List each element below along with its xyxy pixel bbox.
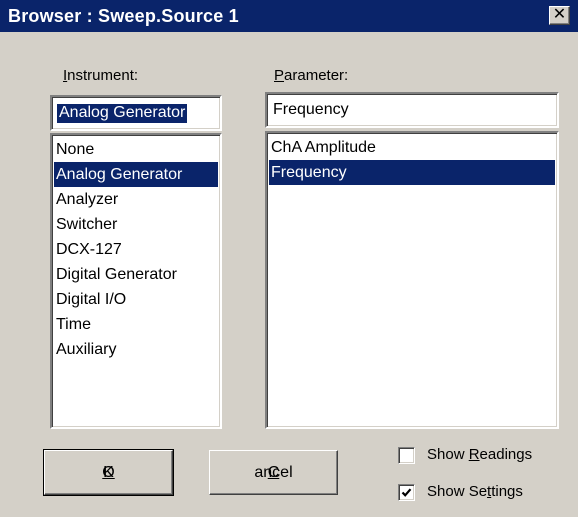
checkmark-icon <box>401 488 412 497</box>
instrument-list-item[interactable]: Digital I/O <box>54 287 218 312</box>
window-title: Browser : Sweep.Source 1 <box>8 6 239 26</box>
instrument-list-item[interactable]: Switcher <box>54 212 218 237</box>
browser-dialog: Browser : Sweep.Source 1 ✕ Instrument: A… <box>0 0 578 517</box>
instrument-list-item[interactable]: None <box>54 137 218 162</box>
close-button[interactable]: ✕ <box>549 6 570 25</box>
title-bar[interactable]: Browser : Sweep.Source 1 ✕ <box>0 0 578 32</box>
parameter-list-item[interactable]: Frequency <box>269 160 555 185</box>
parameter-list[interactable]: ChA Amplitude Frequency <box>265 131 559 429</box>
instrument-field-value: Analog Generator <box>57 104 188 123</box>
instrument-list-item[interactable]: Time <box>54 312 218 337</box>
show-readings-checkbox[interactable] <box>398 447 415 464</box>
instrument-list-items: None Analog Generator Analyzer Switcher DCX-… <box>54 137 218 362</box>
show-readings-label: Show Readings <box>427 446 533 463</box>
parameter-field-value: Frequency <box>273 101 349 118</box>
instrument-list-item[interactable]: Analog Generator <box>54 162 218 187</box>
parameter-label: Parameter: <box>274 67 349 84</box>
instrument-label: Instrument: <box>63 67 139 84</box>
ok-button[interactable]: OK <box>43 449 174 496</box>
close-icon: ✕ <box>552 6 567 23</box>
cancel-button[interactable]: Cancel <box>209 450 338 495</box>
instrument-field[interactable]: Analog Generator <box>50 95 222 131</box>
instrument-list[interactable]: None Analog Generator Analyzer Switcher DCX-… <box>50 133 222 429</box>
show-settings-checkbox[interactable] <box>398 484 415 501</box>
parameter-list-item[interactable]: ChA Amplitude <box>269 135 555 160</box>
instrument-list-item[interactable]: Digital Generator <box>54 262 218 287</box>
show-settings-option[interactable]: Show Settings <box>398 483 563 505</box>
show-settings-label: Show Settings <box>427 483 523 500</box>
show-readings-option[interactable]: Show Readings <box>398 446 563 468</box>
instrument-list-item[interactable]: Auxiliary <box>54 337 218 362</box>
instrument-list-item[interactable]: DCX-127 <box>54 237 218 262</box>
parameter-field[interactable]: Frequency <box>265 92 559 128</box>
instrument-list-item[interactable]: Analyzer <box>54 187 218 212</box>
parameter-list-items: ChA Amplitude Frequency <box>269 135 555 185</box>
